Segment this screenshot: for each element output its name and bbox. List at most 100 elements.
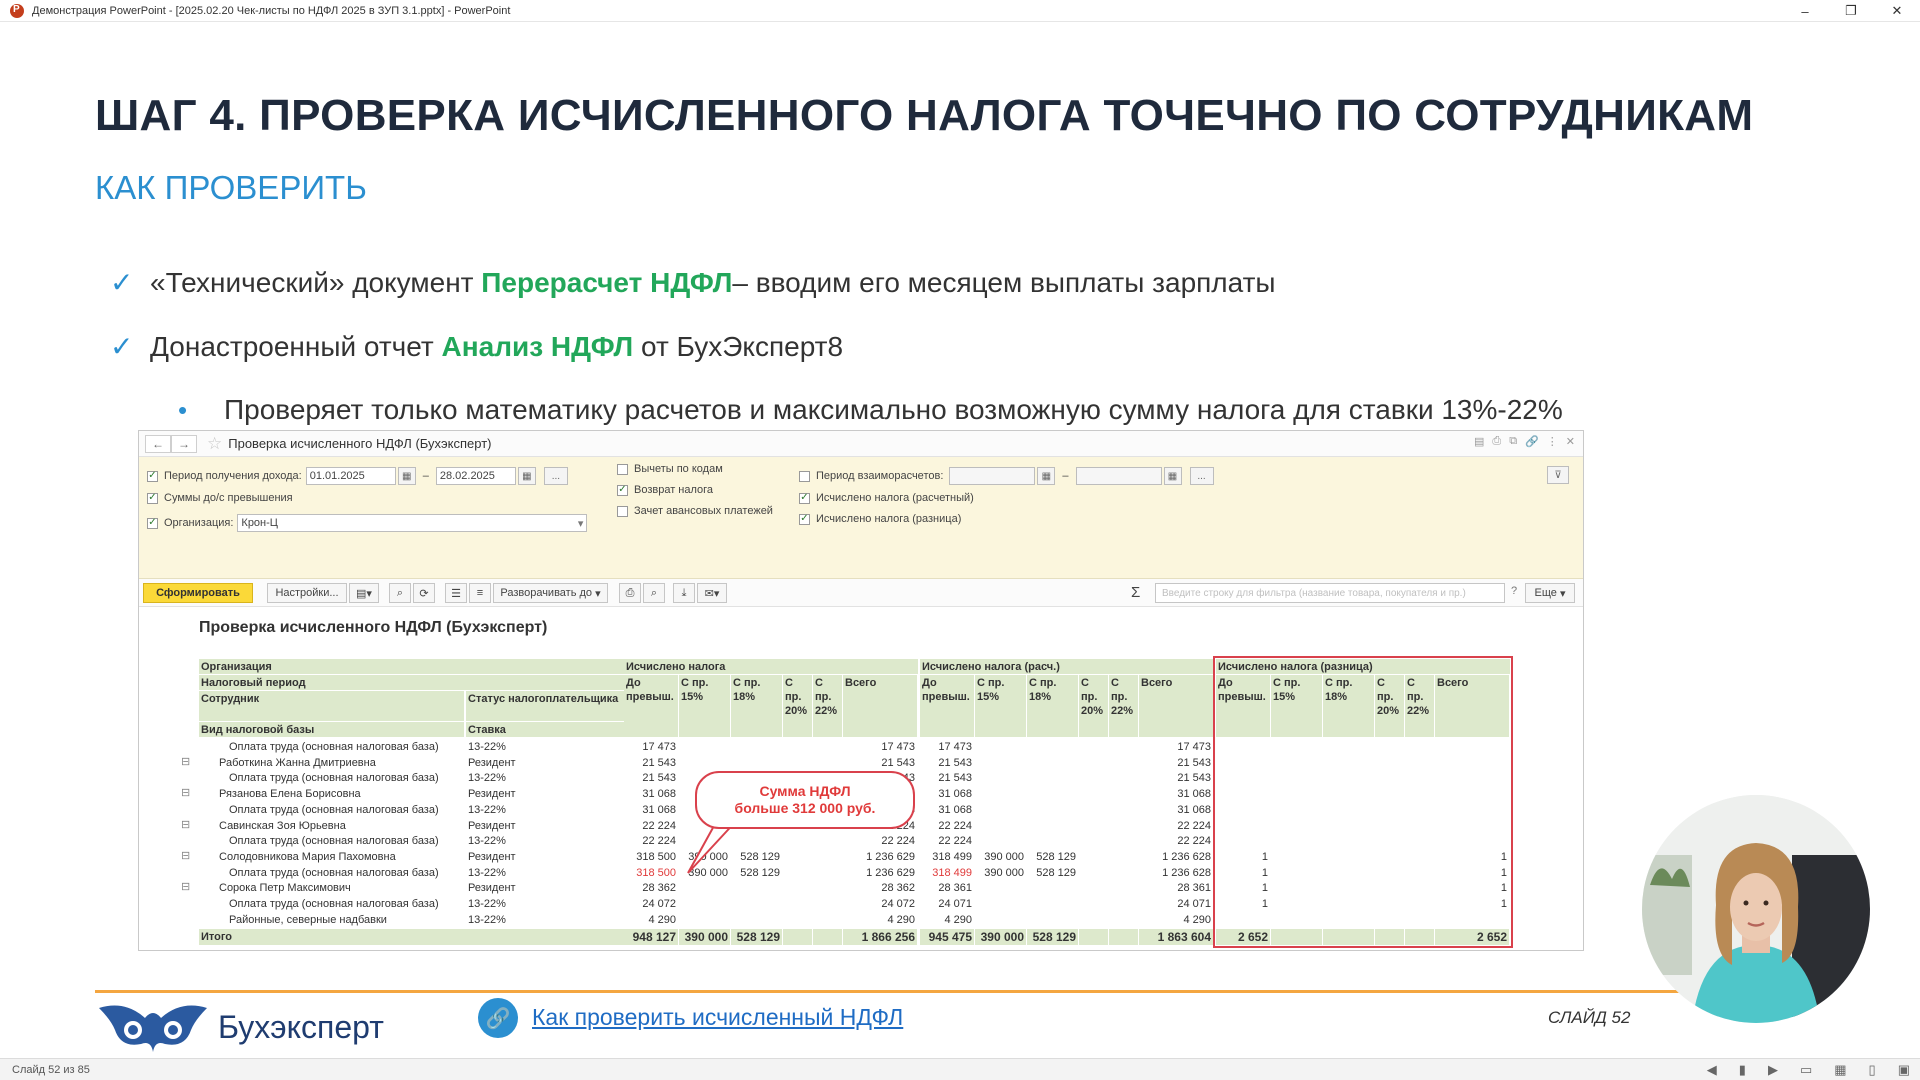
settings-button[interactable]: Настройки... [267, 583, 347, 603]
copy-icon[interactable]: ⧉ [1509, 435, 1517, 448]
settlement-select-button[interactable]: ... [1189, 467, 1214, 485]
calendar-icon[interactable]: ▦ [1163, 467, 1182, 485]
report-icon[interactable]: ▤ [1474, 435, 1484, 448]
favorite-star-icon[interactable]: ☆ [207, 434, 222, 454]
print-icon[interactable]: ⎙ [1492, 435, 1501, 448]
minimize-button[interactable]: – [1782, 0, 1828, 22]
row-label: Рязанова Елена Борисовна [219, 788, 361, 801]
group-icon[interactable]: ☰ [445, 583, 467, 603]
tree-toggle-icon: ⊟ [181, 818, 191, 831]
table-cell [1323, 755, 1374, 769]
table-cell [1216, 739, 1270, 753]
pause-icon[interactable]: ▮ [1739, 1062, 1746, 1078]
slideshow-icon[interactable]: ▣ [1898, 1062, 1910, 1078]
callout-bubble: Сумма НДФЛ больше 312 000 руб. [695, 771, 915, 829]
column-header: С пр. 18% [731, 675, 782, 737]
sigma-icon[interactable]: Σ [1131, 584, 1140, 601]
next-icon[interactable]: ▶ [1768, 1062, 1778, 1078]
total-cell: 390 000 [679, 929, 730, 946]
slide-sorter-icon[interactable]: ▦ [1834, 1062, 1846, 1078]
filter-icon[interactable]: ⊽ [1547, 466, 1569, 484]
close-icon[interactable]: ✕ [1566, 435, 1575, 448]
table-cell [1079, 912, 1108, 926]
calendar-icon[interactable]: ▦ [517, 467, 536, 485]
reading-view-icon[interactable]: ▯ [1869, 1062, 1876, 1078]
link-icon[interactable]: 🔗 [1525, 435, 1539, 448]
table-cell [813, 880, 842, 894]
mail-icon[interactable]: ✉▾ [697, 583, 727, 603]
how-to-check-link[interactable]: Как проверить исчисленный НДФЛ [532, 1004, 903, 1031]
total-cell: 1 863 604 [1139, 929, 1213, 946]
deductions-checkbox[interactable] [617, 463, 628, 475]
period-select-button[interactable]: ... [543, 467, 568, 485]
org-checkbox[interactable]: ✓ [147, 517, 158, 529]
close-button[interactable]: ✕ [1874, 0, 1920, 22]
print-icon[interactable]: ⎙ [619, 583, 641, 603]
report-window: ← → ☆ Проверка исчисленного НДФЛ (Бухэкс… [138, 430, 1584, 951]
forward-icon[interactable]: → [171, 434, 197, 453]
ungroup-icon[interactable]: ≡ [469, 583, 491, 603]
table-cell: 22 224 [1177, 835, 1211, 848]
settlement-period-checkbox[interactable] [799, 470, 810, 482]
table-cell [1375, 786, 1404, 800]
generate-button[interactable]: Сформировать [143, 583, 253, 603]
table-cell [1027, 880, 1078, 894]
table-cell [783, 896, 812, 910]
column-header: До превыш. [1216, 675, 1270, 737]
tax-return-checkbox[interactable]: ✓ [617, 484, 628, 496]
table-cell [1271, 770, 1322, 784]
normal-view-icon[interactable]: ▭ [1800, 1062, 1812, 1078]
table-cell: 318 499 [932, 866, 972, 879]
preview-icon[interactable]: ⌕ [643, 583, 665, 603]
row-status: Резидент [468, 756, 516, 769]
expand-dropdown[interactable]: Разворачивать до ▾ [493, 583, 608, 603]
more-vertical-icon[interactable]: ⋮ [1547, 435, 1558, 448]
previous-icon[interactable]: ◀ [1707, 1062, 1717, 1078]
chevron-down-icon[interactable]: ▾ [578, 517, 584, 530]
status-bar: Слайд 52 из 85 ◀ ▮ ▶ ▭ ▦ ▯ ▣ [0, 1058, 1920, 1080]
table-cell: 1 [1500, 882, 1507, 895]
calc-tax-checkbox[interactable]: ✓ [799, 492, 810, 504]
table-cell [1027, 912, 1078, 926]
table-cell [1435, 755, 1509, 769]
variants-icon[interactable]: ▤▾ [349, 583, 379, 603]
link-icon[interactable]: 🔗 [478, 998, 518, 1038]
more-button[interactable]: Еще ▾ [1525, 583, 1575, 603]
table-cell [1323, 833, 1374, 847]
table-cell [1375, 833, 1404, 847]
row-label: Оплата труда (основная налоговая база) [229, 772, 439, 785]
search-icon[interactable]: ⌕ [389, 583, 411, 603]
restore-button[interactable]: ❐ [1828, 0, 1874, 22]
table-cell [1079, 849, 1108, 863]
period-checkbox[interactable]: ✓ [147, 470, 158, 482]
calc-tax-label: Исчислено налога (расчетный) [816, 492, 974, 504]
advance-offset-checkbox[interactable] [617, 505, 628, 517]
settlement-from-input[interactable] [949, 467, 1036, 485]
search-input[interactable]: Введите строку для фильтра (название тов… [1155, 583, 1505, 603]
table-cell [1405, 739, 1434, 753]
row-label: Солодовникова Мария Пахомовна [219, 850, 396, 863]
sum-checkbox[interactable]: ✓ [147, 492, 158, 504]
total-cell: 1 866 256 [843, 929, 917, 946]
table-cell [783, 833, 812, 847]
date-to-input[interactable]: 28.02.2025 [435, 467, 516, 485]
table-cell: 28 361 [938, 882, 972, 895]
back-icon[interactable]: ← [145, 434, 171, 453]
table-cell [1216, 818, 1270, 832]
total-cell: 945 475 [920, 929, 974, 946]
settlement-to-input[interactable] [1075, 467, 1162, 485]
search-replace-icon[interactable]: ⟳ [413, 583, 435, 603]
help-icon[interactable]: ? [1511, 585, 1517, 597]
table-cell: 390 000 [984, 866, 1024, 879]
date-from-input[interactable]: 01.01.2025 [305, 467, 396, 485]
table-cell [1375, 865, 1404, 879]
total-cell: 390 000 [975, 929, 1026, 946]
table-cell [1079, 755, 1108, 769]
table-cell [1216, 786, 1270, 800]
org-input[interactable]: Крон-Ц ▾ [237, 514, 588, 532]
diff-tax-checkbox[interactable]: ✓ [799, 513, 810, 525]
calendar-icon[interactable]: ▦ [397, 467, 416, 485]
download-icon[interactable]: ⤓ [673, 583, 695, 603]
row-label: Районные, северные надбавки [229, 913, 387, 926]
calendar-icon[interactable]: ▦ [1037, 467, 1056, 485]
